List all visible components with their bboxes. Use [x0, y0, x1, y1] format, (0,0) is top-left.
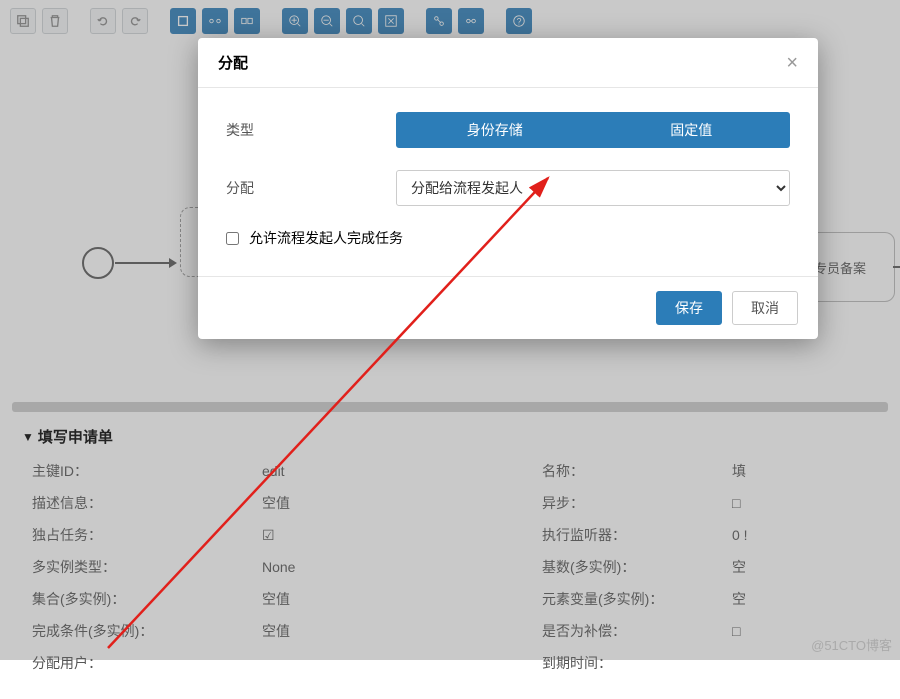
- chevron-down-icon: ▼: [22, 430, 34, 444]
- task-label: 专员备案: [814, 258, 866, 277]
- prop-label: 到期时间：: [542, 653, 732, 673]
- prop-value: □: [732, 495, 740, 511]
- prop-row: 分配用户： 到期时间：: [22, 653, 878, 673]
- prop-value: 空: [732, 557, 746, 577]
- svg-text:?: ?: [517, 17, 522, 27]
- allow-initiator-checkbox[interactable]: [226, 232, 239, 245]
- undo-icon[interactable]: [122, 8, 148, 34]
- prop-row: 主键ID：edit名称：填: [22, 461, 878, 481]
- copy-icon[interactable]: [10, 8, 36, 34]
- assign-dialog: 分配 × 类型 身份存储 固定值 分配 分配给流程发起人 允许流程发起人完成任务…: [198, 38, 818, 339]
- prop-label: 基数(多实例)：: [542, 557, 732, 577]
- close-icon[interactable]: ×: [786, 53, 798, 73]
- panel-title: 填写申请单: [38, 426, 113, 447]
- tool-icon-3[interactable]: [234, 8, 260, 34]
- zoom-in-icon[interactable]: [282, 8, 308, 34]
- prop-row: 多实例类型：None基数(多实例)：空: [22, 557, 878, 577]
- prop-label: 是否为补偿：: [542, 621, 732, 641]
- zoom-actual-icon[interactable]: [378, 8, 404, 34]
- prop-label: 描述信息：: [22, 493, 262, 513]
- properties-panel: ▼ 填写申请单 主键ID：edit名称：填描述信息：空值异步：□独占任务：☑执行…: [0, 412, 900, 699]
- prop-row: 完成条件(多实例)：空值是否为补偿：□: [22, 621, 878, 641]
- save-button[interactable]: 保存: [656, 291, 722, 325]
- prop-value: ☑: [262, 527, 542, 544]
- tab-fixed-value[interactable]: 固定值: [594, 112, 791, 148]
- toolbar: ?: [0, 0, 900, 42]
- checkbox-label: 允许流程发起人完成任务: [249, 228, 403, 248]
- redo-icon[interactable]: [90, 8, 116, 34]
- type-label: 类型: [226, 120, 396, 140]
- tool-icon-2[interactable]: [202, 8, 228, 34]
- prop-label: 分配用户：: [22, 653, 262, 673]
- prop-label: 多实例类型：: [22, 557, 262, 577]
- prop-value: □: [732, 623, 740, 639]
- sequence-flow[interactable]: [115, 262, 175, 264]
- prop-row: 集合(多实例)：空值元素变量(多实例)：空: [22, 589, 878, 609]
- prop-value: None: [262, 559, 542, 575]
- prop-label: 独占任务：: [22, 525, 262, 545]
- prop-label: 异步：: [542, 493, 732, 513]
- tab-identity-store[interactable]: 身份存储: [396, 112, 594, 148]
- assign-select[interactable]: 分配给流程发起人: [396, 170, 790, 206]
- prop-value: 空值: [262, 493, 542, 513]
- prop-value: 填: [732, 461, 746, 481]
- prop-row: 独占任务：☑执行监听器：0 !: [22, 525, 878, 545]
- help-icon[interactable]: ?: [506, 8, 532, 34]
- prop-label: 名称：: [542, 461, 732, 481]
- prop-label: 集合(多实例)：: [22, 589, 262, 609]
- prop-label: 完成条件(多实例)：: [22, 621, 262, 641]
- delete-icon[interactable]: [42, 8, 68, 34]
- sequence-flow: [893, 266, 900, 268]
- tool-icon-1[interactable]: [170, 8, 196, 34]
- prop-value: 空: [732, 589, 746, 609]
- start-event[interactable]: [82, 247, 114, 279]
- prop-value: 空值: [262, 589, 542, 609]
- dialog-title: 分配: [218, 52, 248, 73]
- assign-label: 分配: [226, 178, 396, 198]
- panel-header[interactable]: ▼ 填写申请单: [22, 426, 878, 447]
- prop-value: 0 !: [732, 527, 748, 543]
- prop-value: edit: [262, 463, 542, 479]
- align-icon-1[interactable]: [426, 8, 452, 34]
- prop-row: 描述信息：空值异步：□: [22, 493, 878, 513]
- cancel-button[interactable]: 取消: [732, 291, 798, 325]
- prop-label: 元素变量(多实例)：: [542, 589, 732, 609]
- type-tabs: 身份存储 固定值: [396, 112, 790, 148]
- zoom-fit-icon[interactable]: [346, 8, 372, 34]
- prop-label: 主键ID：: [22, 461, 262, 481]
- splitter-bar[interactable]: [12, 402, 888, 412]
- align-icon-2[interactable]: [458, 8, 484, 34]
- prop-value: 空值: [262, 621, 542, 641]
- zoom-out-icon[interactable]: [314, 8, 340, 34]
- watermark: @51CTO博客: [811, 635, 892, 654]
- prop-label: 执行监听器：: [542, 525, 732, 545]
